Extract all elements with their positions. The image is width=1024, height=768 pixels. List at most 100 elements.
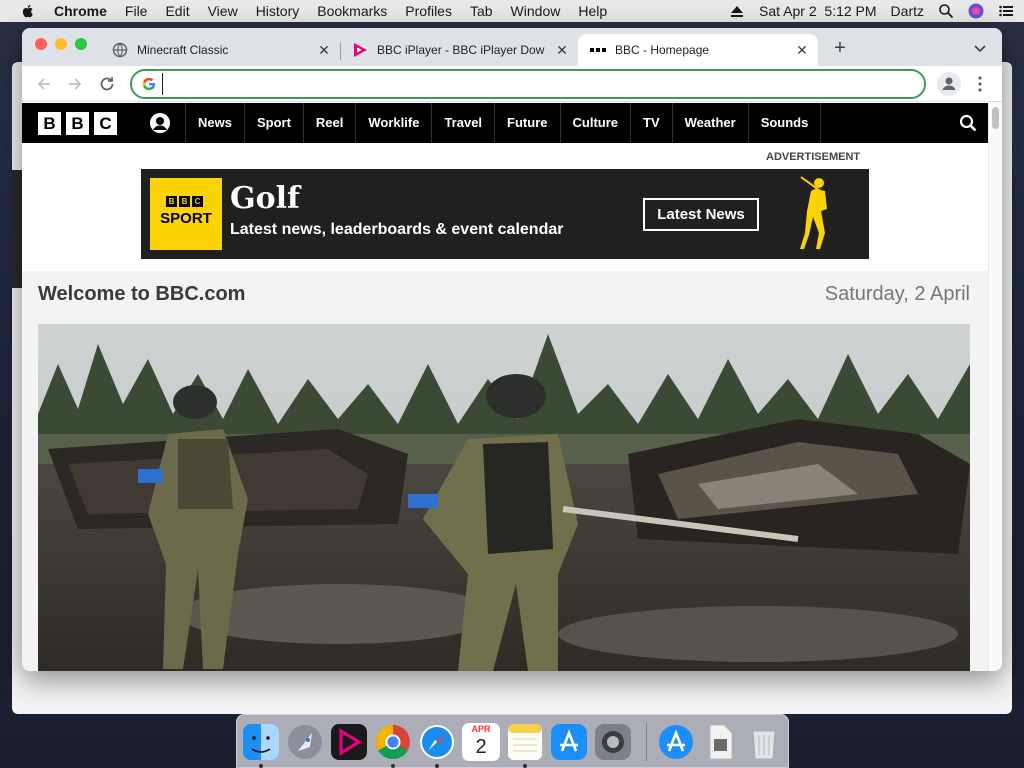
menu-help[interactable]: Help [578, 3, 607, 19]
google-g-icon [142, 77, 156, 91]
address-input[interactable] [162, 73, 924, 95]
menubar-user[interactable]: Dartz [891, 3, 924, 19]
calendar-icon[interactable]: APR 2 [462, 723, 500, 761]
tab-strip: Minecraft Classic ✕ BBC iPlayer - BBC iP… [22, 28, 1002, 66]
nav-sport[interactable]: Sport [245, 103, 304, 143]
advertisement-label: ADVERTISEMENT [766, 151, 861, 163]
menu-profiles[interactable]: Profiles [405, 3, 452, 19]
menu-bookmarks[interactable]: Bookmarks [317, 3, 387, 19]
tab-bbc-iplayer[interactable]: BBC iPlayer - BBC iPlayer Dow ✕ [340, 34, 578, 66]
menu-history[interactable]: History [256, 3, 300, 19]
bbc-icon [590, 48, 606, 52]
new-tab-icon[interactable]: + [830, 38, 850, 58]
spotlight-search-icon[interactable] [938, 3, 954, 19]
bbc-search-button[interactable] [948, 103, 988, 143]
account-icon [149, 113, 170, 133]
hero-image[interactable] [38, 324, 970, 671]
tab-close-icon[interactable]: ✕ [794, 42, 810, 58]
nav-future[interactable]: Future [495, 103, 561, 143]
person-icon [942, 77, 956, 90]
page-title: Welcome to BBC.com [38, 283, 246, 305]
menu-view[interactable]: View [208, 3, 238, 19]
bbc-logo[interactable]: B B C [38, 111, 122, 135]
safari-icon[interactable] [418, 723, 456, 761]
control-center-icon[interactable] [998, 3, 1014, 19]
profile-avatar[interactable] [937, 72, 961, 96]
notes-icon[interactable] [506, 723, 544, 761]
menu-window[interactable]: Window [511, 3, 561, 19]
running-indicator [523, 764, 527, 768]
calendar-month: APR [471, 724, 491, 734]
app-store-folder-icon[interactable] [657, 723, 695, 761]
running-indicator [391, 764, 395, 768]
tab-close-icon[interactable]: ✕ [554, 42, 570, 58]
nav-reel[interactable]: Reel [304, 103, 357, 143]
tab-title: Minecraft Classic [137, 43, 229, 57]
sport-text: SPORT [160, 210, 212, 227]
menu-file[interactable]: File [125, 3, 148, 19]
search-icon [959, 114, 977, 132]
apple-menu-icon[interactable] [20, 3, 36, 19]
launchpad-icon[interactable] [286, 723, 324, 761]
siri-icon[interactable] [968, 3, 984, 19]
app-store-icon[interactable] [550, 723, 588, 761]
scrollbar-thumb[interactable] [992, 107, 999, 129]
nav-travel[interactable]: Travel [432, 103, 496, 143]
menu-tab[interactable]: Tab [470, 3, 493, 19]
dock-separator [646, 723, 647, 761]
page-scrollbar[interactable] [988, 103, 1002, 671]
tab-bbc-homepage[interactable]: BBC - Homepage ✕ [578, 34, 818, 66]
bbc-logo-block: C [94, 111, 117, 135]
page-date: Saturday, 2 April [824, 283, 970, 305]
iplayer-icon [354, 43, 367, 57]
globe-icon [112, 42, 128, 58]
system-preferences-icon[interactable] [594, 723, 632, 761]
back-arrow-icon[interactable] [34, 74, 54, 94]
chrome-window: Minecraft Classic ✕ BBC iPlayer - BBC iP… [22, 28, 1002, 671]
window-close-button[interactable] [35, 38, 47, 50]
nav-worklife[interactable]: Worklife [356, 103, 433, 143]
latest-news-button[interactable]: Latest News [643, 198, 759, 231]
web-page: B B C News Sport Reel Worklife Travel Fu… [22, 103, 988, 671]
tab-minecraft-classic[interactable]: Minecraft Classic ✕ [100, 34, 340, 66]
golf-ad-banner[interactable]: B B C SPORT Golf Latest news, leaderboar… [141, 169, 869, 259]
reload-icon[interactable] [97, 74, 117, 94]
ad-title: Golf [230, 181, 300, 216]
bbc-sport-logo: B B C SPORT [150, 178, 222, 250]
forward-arrow-icon[interactable] [65, 74, 85, 94]
nav-culture[interactable]: Culture [561, 103, 631, 143]
nav-tv[interactable]: TV [631, 103, 673, 143]
menu-edit[interactable]: Edit [165, 3, 189, 19]
dock: APR 2 [236, 714, 789, 768]
bbc-mini-block: C [192, 196, 203, 207]
tab-search-chevron-icon[interactable] [972, 40, 988, 56]
document-icon[interactable] [701, 723, 739, 761]
running-indicator [259, 764, 263, 768]
bbc-nav-bar: B B C News Sport Reel Worklife Travel Fu… [22, 103, 988, 143]
bbc-logo-block: B [38, 111, 61, 135]
chrome-menu-icon[interactable] [972, 75, 988, 93]
nav-news[interactable]: News [186, 103, 245, 143]
window-minimize-button[interactable] [55, 38, 67, 50]
tab-close-icon[interactable]: ✕ [316, 42, 332, 58]
tab-title: BBC iPlayer - BBC iPlayer Dow [377, 43, 545, 57]
hero-photo-soldiers [38, 324, 970, 671]
menu-app-name[interactable]: Chrome [54, 3, 107, 19]
bbc-logo-block: B [66, 111, 89, 135]
running-indicator [435, 764, 439, 768]
address-bar[interactable] [130, 69, 926, 99]
finder-icon[interactable] [242, 723, 280, 761]
davinci-icon[interactable] [330, 723, 368, 761]
window-zoom-button[interactable] [75, 38, 87, 50]
menubar-clock[interactable]: Sat Apr 2 5:12 PM [759, 3, 877, 19]
menubar: Chrome File Edit View History Bookmarks … [0, 0, 1024, 22]
ad-subtitle: Latest news, leaderboards & event calend… [230, 221, 564, 238]
chrome-icon[interactable] [374, 723, 412, 761]
account-button[interactable] [134, 103, 186, 143]
trash-icon[interactable] [745, 723, 783, 761]
calendar-day: 2 [475, 736, 487, 758]
nav-sounds[interactable]: Sounds [749, 103, 822, 143]
bbc-mini-block: B [179, 196, 190, 207]
nav-weather[interactable]: Weather [673, 103, 749, 143]
eject-icon[interactable] [729, 3, 745, 19]
